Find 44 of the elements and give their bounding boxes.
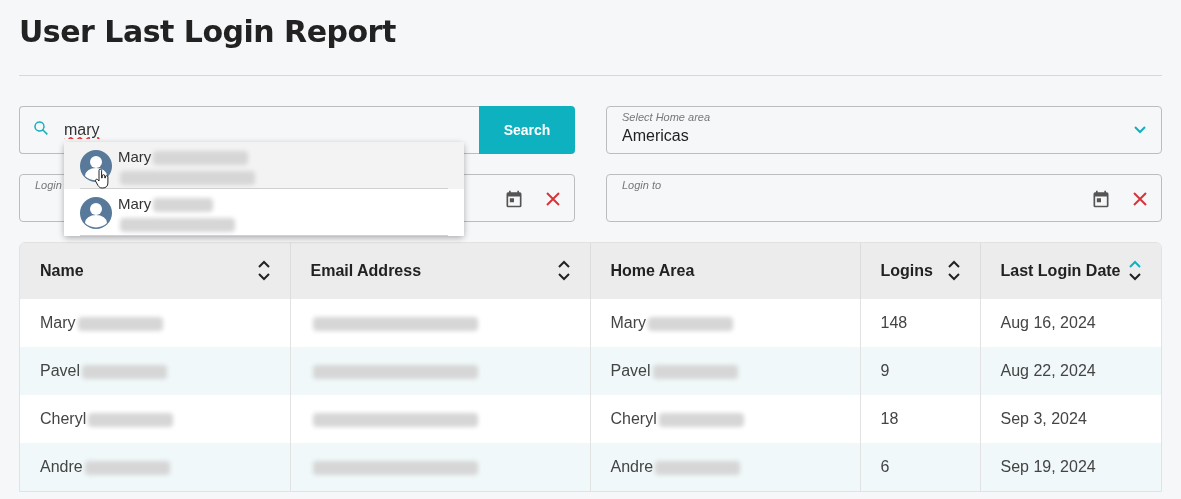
close-icon[interactable] — [1132, 191, 1148, 207]
suggestion-item[interactable]: Mary — [64, 142, 464, 189]
search-icon — [32, 119, 50, 137]
table-cell: Aug 22, 2024 — [1000, 362, 1096, 379]
table-cell: 6 — [880, 458, 890, 475]
table-cell: Mary — [610, 314, 647, 331]
home-area-select[interactable]: Select Home area Americas — [606, 106, 1162, 154]
page-title: User Last Login Report — [19, 13, 396, 51]
avatar-icon — [80, 196, 112, 229]
table-cell: Andre — [610, 458, 654, 475]
column-header[interactable]: Home Area — [590, 243, 860, 299]
table-cell: Cheryl — [610, 410, 657, 427]
table-cell: 18 — [880, 410, 899, 427]
login-to-field[interactable]: Login to — [606, 174, 1162, 222]
table-cell: Aug 16, 2024 — [1000, 314, 1096, 331]
calendar-icon[interactable] — [1091, 189, 1111, 209]
sort-icon[interactable] — [557, 259, 570, 283]
table-cell: Andre — [40, 458, 83, 475]
table-cell: Sep 3, 2024 — [1000, 410, 1087, 427]
user-name: Mary — [118, 194, 152, 215]
redacted-text — [153, 197, 214, 212]
column-header[interactable]: Last Login Date — [980, 243, 1161, 299]
column-header[interactable]: Name — [20, 243, 290, 299]
sort-icon[interactable] — [257, 259, 270, 283]
table-cell: 148 — [880, 314, 908, 331]
calendar-icon[interactable] — [504, 189, 524, 209]
table-cell: Sep 19, 2024 — [1000, 458, 1096, 475]
close-icon[interactable] — [545, 191, 561, 207]
table-cell: Pavel — [610, 362, 651, 379]
table-cell: Pavel — [40, 362, 81, 379]
sort-icon[interactable] — [1129, 259, 1141, 283]
column-header[interactable]: Email Address — [290, 243, 590, 299]
sort-icon[interactable] — [947, 259, 960, 283]
field-label: Select Home area — [622, 111, 711, 123]
table-cell: 9 — [880, 362, 890, 379]
hand-cursor-icon — [94, 169, 110, 189]
table-cell: Cheryl — [40, 410, 87, 427]
suggestion-item[interactable]: Mary — [64, 189, 464, 236]
select-value: Americas — [622, 127, 689, 144]
field-label: Login to — [622, 179, 662, 191]
field-label: Login — [35, 179, 62, 191]
column-header[interactable]: Logins — [860, 243, 980, 299]
table-cell: Mary — [40, 314, 76, 331]
chevron-down-icon — [1134, 126, 1146, 134]
